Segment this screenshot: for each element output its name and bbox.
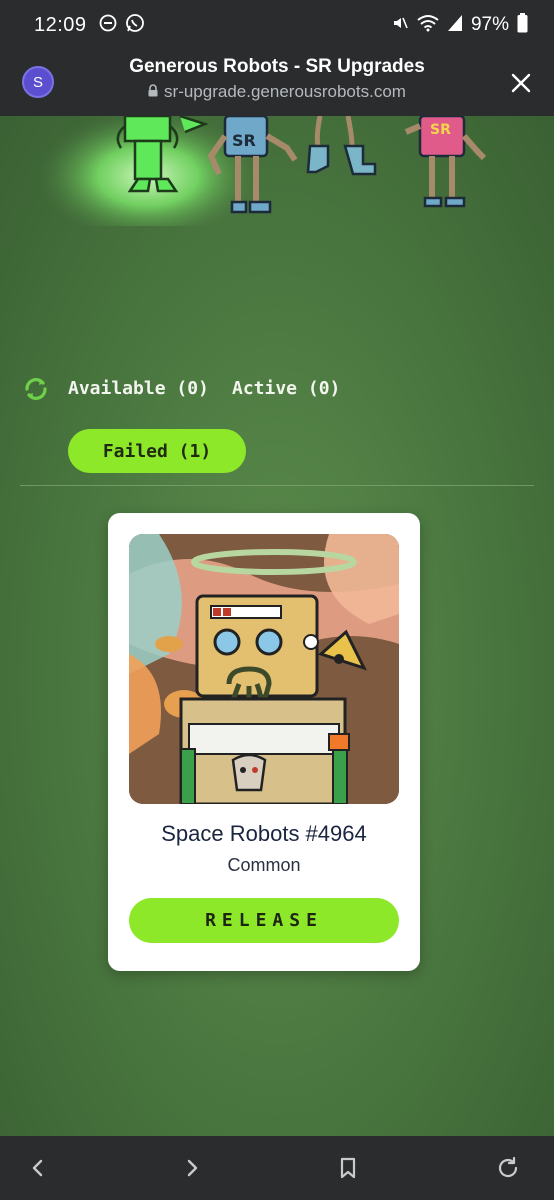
- page-title-area[interactable]: Generous Robots - SR Upgrades sr-upgrade…: [70, 54, 484, 104]
- site-avatar[interactable]: S: [22, 66, 54, 98]
- lock-icon: [148, 80, 158, 104]
- svg-text:SR: SR: [430, 122, 451, 138]
- release-button[interactable]: RELEASE: [129, 898, 399, 943]
- browser-toolbar: S Generous Robots - SR Upgrades sr-upgra…: [0, 50, 554, 116]
- nft-card: Space Robots #4964 Common RELEASE: [108, 513, 420, 971]
- battery-icon: [517, 12, 528, 38]
- hanging-legs: [306, 116, 377, 176]
- do-not-disturb-icon: [99, 14, 117, 37]
- page-title: Generous Robots - SR Upgrades: [129, 56, 425, 77]
- nft-name: Space Robots #4964: [161, 821, 367, 846]
- battery-percent: 97%: [470, 14, 509, 35]
- reload-icon[interactable]: [496, 1156, 520, 1180]
- signal-icon: [447, 14, 463, 37]
- mute-icon: [391, 14, 409, 37]
- nft-rarity: Common: [227, 855, 301, 875]
- tab-active[interactable]: Active (0): [232, 378, 340, 399]
- divider: [20, 485, 534, 486]
- url-text: sr-upgrade.generousrobots.com: [164, 82, 406, 101]
- whatsapp-icon: [125, 13, 145, 38]
- forward-icon[interactable]: [180, 1156, 204, 1180]
- wifi-icon: [417, 14, 439, 37]
- nft-image[interactable]: [129, 534, 399, 804]
- bookmark-icon[interactable]: [336, 1156, 360, 1180]
- refresh-icon[interactable]: [22, 375, 50, 403]
- status-bar: 12:09 97%: [0, 0, 554, 50]
- back-icon[interactable]: [26, 1156, 50, 1180]
- browser-bottom-nav: [0, 1136, 554, 1200]
- status-time: 12:09: [34, 13, 87, 36]
- tab-failed[interactable]: Failed (1): [68, 429, 246, 473]
- page-content: SR SR Available (0) Active (0) Failed (1…: [0, 116, 554, 1136]
- hero-robots-illustration: SR SR: [0, 116, 554, 226]
- svg-text:SR: SR: [232, 131, 256, 150]
- pink-robot: SR: [404, 116, 487, 208]
- tab-available[interactable]: Available (0): [68, 378, 209, 399]
- close-icon[interactable]: [510, 72, 532, 94]
